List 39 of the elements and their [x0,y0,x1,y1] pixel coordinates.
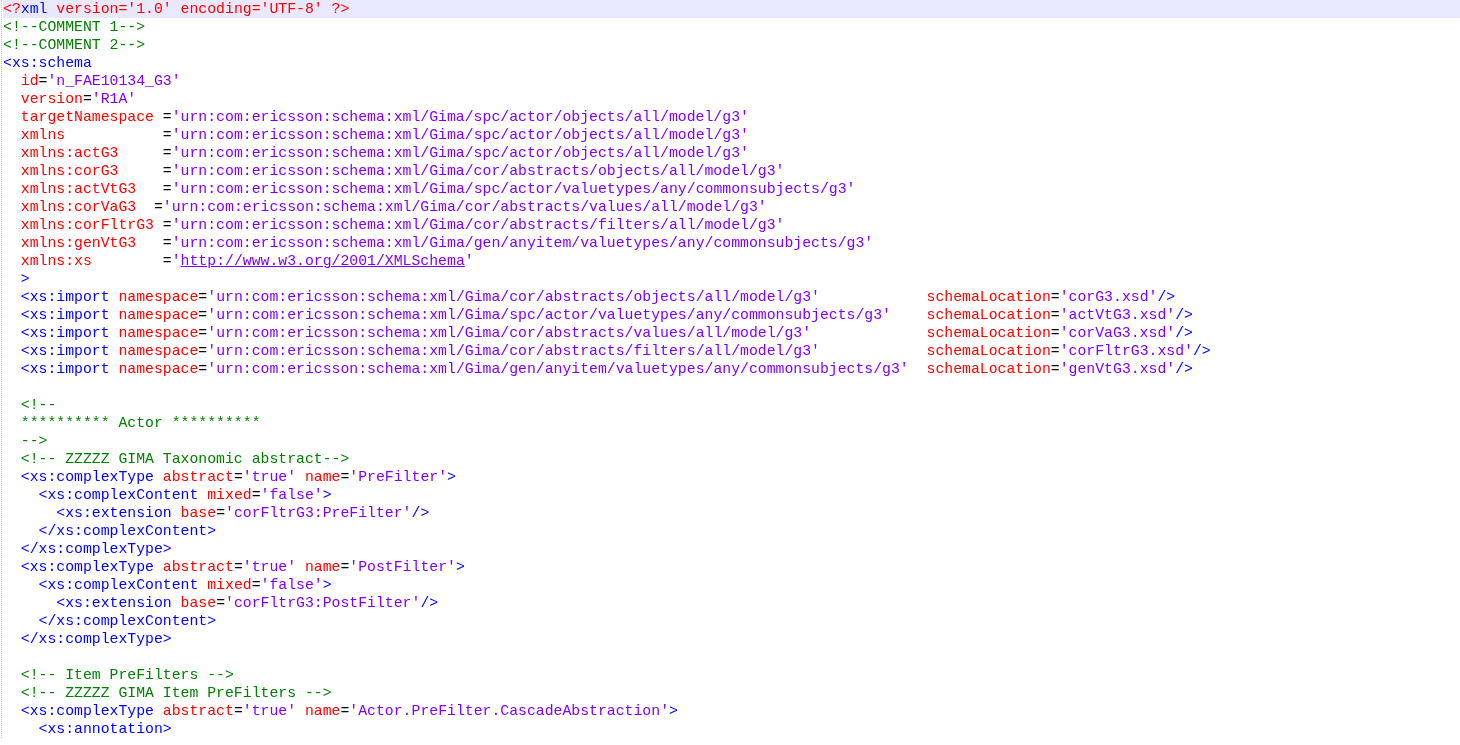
code-line: xmlns:genVtG3 ='urn:com:ericsson:schema:xml/Gima/gen/anyitem/valuetypes/any/commonsubjects/g3' [19,234,874,252]
code-line: </xs:complexContent> [37,612,217,630]
code-line: xmlns:actG3 ='urn:com:ericsson:schema:xml/Gima/spc/actor/objects/all/model/g3' [19,144,749,162]
code-line: xmlns:corVaG3 ='urn:com:ericsson:schema:xml/Gima/cor/abstracts/values/all/model/g3' [19,198,767,216]
code-line: </xs:complexType> [19,540,172,558]
code-line: <xs:import namespace='urn:com:ericsson:schema:xml/Gima/gen/anyitem/valuetypes/any/commonsubjects/g3' schemaLocation='genVtG3.xsd'/> [19,360,1193,378]
code-line: <xs:complexContent mixed='false'> [37,486,332,504]
code-line: <xs:complexType abstract='true' name='Actor.PreFilter.CascadeAbstraction'> [19,702,678,720]
code-line: xmlns:actVtG3 ='urn:com:ericsson:schema:xml/Gima/spc/actor/valuetypes/any/commonsubjects/g3' [19,180,856,198]
code-line: <xs:import namespace='urn:com:ericsson:schema:xml/Gima/cor/abstracts/filters/all/model/g3' schemaLocation='corFltrG3.xsd'/> [19,342,1211,360]
code-line: id='n_FAE10134_G3' [19,72,181,90]
code-line: <xs:complexContent mixed='false'> [37,576,332,594]
code-line: <xs:complexType abstract='true' name='PostFilter'> [19,558,465,576]
code-line: <xs:extension base='corFltrG3:PostFilter'/> [55,594,439,612]
code-line: <!--COMMENT 2--> [3,36,146,54]
code-line: <xs:import namespace='urn:com:ericsson:schema:xml/Gima/spc/actor/valuetypes/any/commonsubjects/g3' schemaLocation='actVtG3.xsd'/> [19,306,1193,324]
code-line: --> [19,432,48,450]
code-line: xmlns:corFltrG3 ='urn:com:ericsson:schema:xml/Gima/cor/abstracts/filters/all/model/g3' [19,216,785,234]
code-line: <xs:annotation> [37,720,172,738]
code-line: targetNamespace ='urn:com:ericsson:schema:xml/Gima/spc/actor/objects/all/model/g3' [19,108,749,126]
code-line: xmlns:xs ='http://www.w3.org/2001/XMLSchema' [19,252,474,270]
code-line: xmlns ='urn:com:ericsson:schema:xml/Gima/spc/actor/objects/all/model/g3' [19,126,749,144]
code-line: ********** Actor ********** [19,414,261,432]
code-line: <xs:import namespace='urn:com:ericsson:schema:xml/Gima/cor/abstracts/values/all/model/g3' schemaLocation='corVaG3.xsd'/> [19,324,1193,342]
code-line: <xs:schema [3,54,92,72]
code-line: <!--COMMENT 1--> [3,18,146,36]
code-line: xmlns:corG3 ='urn:com:ericsson:schema:xml/Gima/cor/abstracts/objects/all/model/g3' [19,162,785,180]
code-line: <xs:complexType abstract='true' name='PreFilter'> [19,468,456,486]
code-line: </xs:complexType> [19,630,172,648]
code-line: </xs:complexContent> [37,522,217,540]
code-line: version='R1A' [19,90,137,108]
code-line: <!-- ZZZZZ GIMA Taxonomic abstract--> [19,450,350,468]
code-line: <xs:import namespace='urn:com:ericsson:schema:xml/Gima/cor/abstracts/objects/all/model/g3' schemaLocation='corG3.xsd'/> [19,288,1176,306]
code-line: > [19,270,30,288]
link[interactable]: http://www.w3.org/2001/XMLSchema [180,253,465,269]
code-line: <!-- ZZZZZ GIMA Item PreFilters --> [19,684,332,702]
code-line: <xs:extension base='corFltrG3:PreFilter'/> [55,504,430,522]
code-line: <!-- [19,396,57,414]
code-line: <!-- Item PreFilters --> [19,666,234,684]
